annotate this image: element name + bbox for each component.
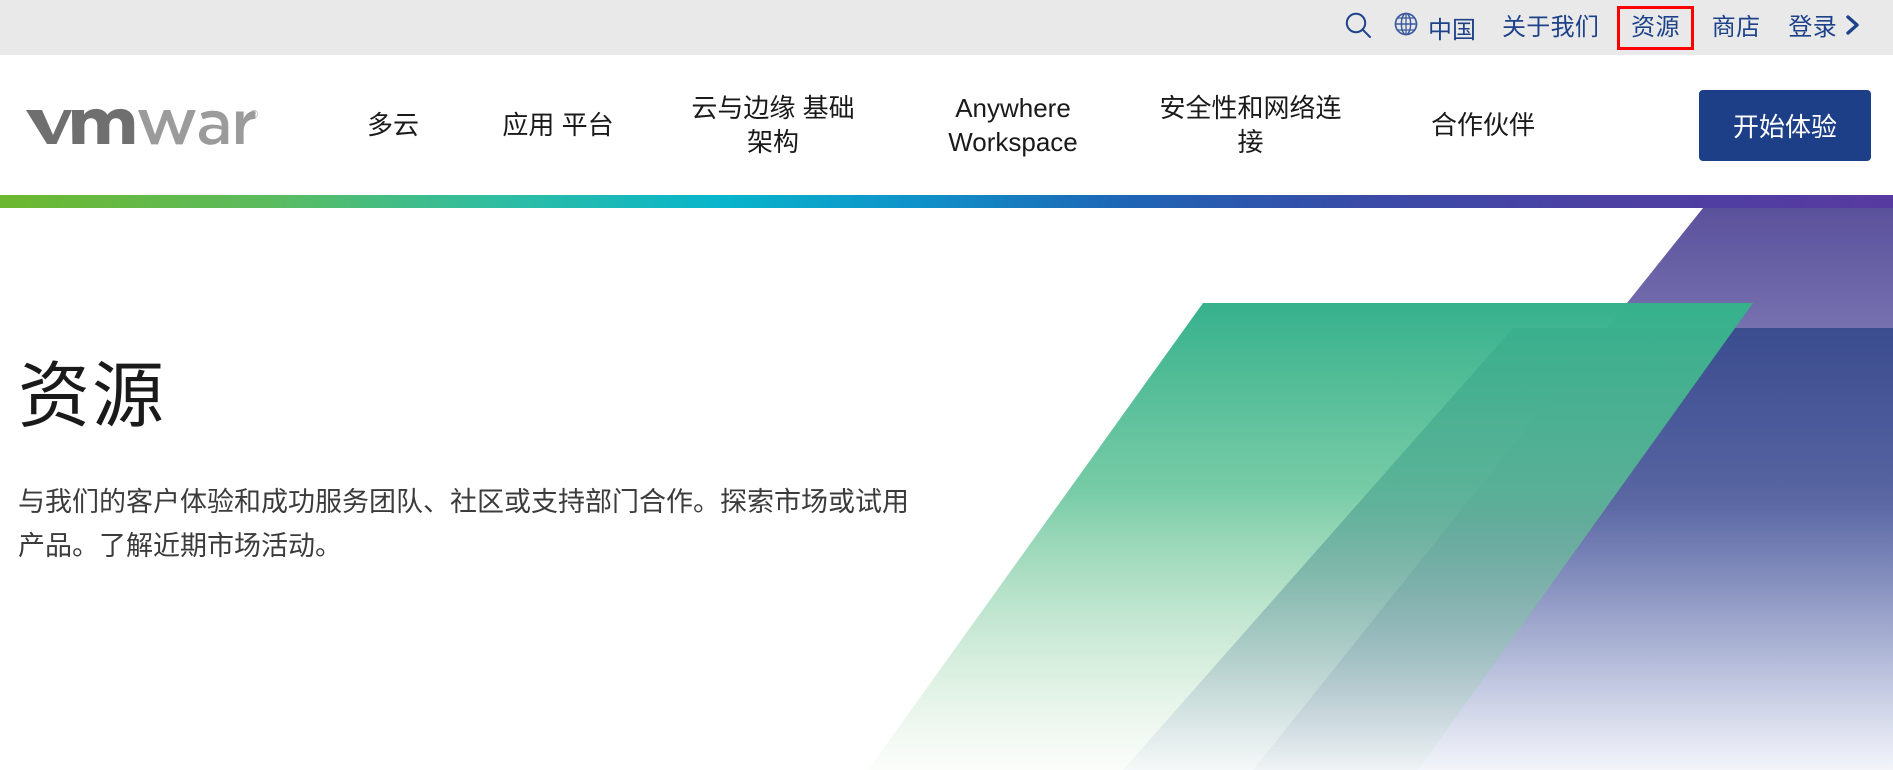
globe-icon [1393, 11, 1419, 44]
hero-section: 资源 与我们的客户体验和成功服务团队、社区或支持部门合作。探索市场或试用产品。了… [0, 208, 1893, 770]
main-navigation: ® 多云 应用 平台 云与边缘 基础 架构 Anywhere Workspace… [0, 55, 1893, 195]
nav-item-cloud-edge-infra[interactable]: 云与边缘 基础 架构 [658, 81, 888, 170]
hero-copy: 资源 与我们的客户体验和成功服务团队、社区或支持部门合作。探索市场或试用产品。了… [18, 357, 938, 569]
region-label: 中国 [1427, 17, 1476, 44]
utility-link-store[interactable]: 商店 [1698, 6, 1775, 50]
utility-links-group: 中国 关于我们 资源 商店 登录 [1329, 0, 1875, 55]
brand-gradient-rule [0, 195, 1893, 208]
svg-text:®: ® [250, 109, 258, 121]
search-icon [1343, 10, 1373, 45]
utility-bar: 中国 关于我们 资源 商店 登录 [0, 0, 1893, 55]
nav-item-multi-cloud[interactable]: 多云 [328, 98, 458, 152]
search-button[interactable] [1329, 2, 1387, 53]
nav-item-anywhere-workspace[interactable]: Anywhere Workspace [888, 81, 1138, 170]
region-selector[interactable]: 中国 [1387, 0, 1488, 55]
nav-item-security-networking[interactable]: 安全性和网络连 接 [1138, 81, 1363, 170]
utility-link-login[interactable]: 登录 [1774, 4, 1875, 51]
vmware-logo[interactable]: ® [22, 98, 262, 152]
hero-description: 与我们的客户体验和成功服务团队、社区或支持部门合作。探索市场或试用产品。了解近期… [18, 487, 909, 561]
nav-item-partners[interactable]: 合作伙伴 [1363, 98, 1603, 152]
utility-link-about-us[interactable]: 关于我们 [1488, 6, 1613, 50]
page-title: 资源 [18, 357, 167, 437]
get-started-button[interactable]: 开始体验 [1698, 89, 1871, 161]
utility-link-resources[interactable]: 资源 [1617, 5, 1694, 50]
login-label: 登录 [1788, 13, 1837, 41]
chevron-right-icon [1845, 14, 1861, 41]
nav-item-app-platform[interactable]: 应用 平台 [458, 98, 658, 152]
nav-items: 多云 应用 平台 云与边缘 基础 架构 Anywhere Workspace 安… [262, 81, 1699, 170]
